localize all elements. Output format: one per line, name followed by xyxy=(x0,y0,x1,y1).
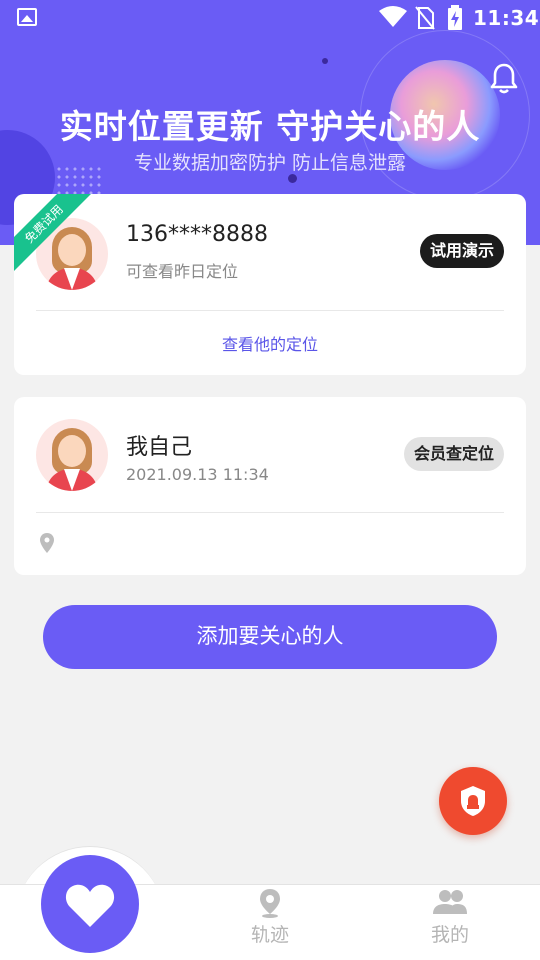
no-sim-icon xyxy=(415,6,435,30)
view-location-link[interactable]: 查看他的定位 xyxy=(14,331,526,355)
wifi-icon xyxy=(379,6,407,27)
tab-care[interactable] xyxy=(41,855,139,953)
contact-phone: 136****8888 xyxy=(126,222,268,247)
tab-mine[interactable]: 我的 xyxy=(400,888,500,947)
battery-charging-icon xyxy=(448,5,462,30)
trial-demo-button[interactable]: 试用演示 xyxy=(419,234,504,268)
contact-card-trial[interactable]: 免费试用 136****8888 可查看昨日定位 试用演示 查看他的定位 xyxy=(14,194,526,375)
hero-subtitle: 专业数据加密防护 防止信息泄露 xyxy=(133,152,407,174)
heart-icon xyxy=(65,884,115,927)
divider xyxy=(36,512,504,513)
location-pin-icon xyxy=(40,533,54,553)
contact-name: 我自己 xyxy=(126,435,193,460)
bell-icon[interactable] xyxy=(490,62,518,94)
status-time: 11:34 xyxy=(473,6,540,30)
hero-title: 实时位置更新 守护关心的人 xyxy=(59,107,481,146)
tab-track-label: 轨迹 xyxy=(250,924,289,946)
sos-alarm-button[interactable] xyxy=(439,767,507,835)
map-pin-icon xyxy=(260,889,280,918)
gallery-icon xyxy=(17,8,37,26)
last-update-time: 2021.09.13 11:34 xyxy=(126,465,269,484)
contact-subtitle: 可查看昨日定位 xyxy=(126,262,239,281)
member-locate-button[interactable]: 会员查定位 xyxy=(403,437,504,471)
alarm-siren-icon xyxy=(461,786,485,816)
decor-star xyxy=(322,58,328,64)
divider xyxy=(36,310,504,311)
contact-card-self[interactable]: 我自己 2021.09.13 11:34 会员查定位 xyxy=(14,397,526,575)
status-bar: 11:34 xyxy=(0,0,540,36)
tab-mine-label: 我的 xyxy=(430,924,469,946)
avatar xyxy=(36,419,108,491)
people-icon xyxy=(433,890,467,914)
add-contact-button[interactable]: 添加要关心的人 xyxy=(43,605,497,669)
decor-star xyxy=(288,174,297,183)
tab-track[interactable]: 轨迹 xyxy=(220,888,320,947)
